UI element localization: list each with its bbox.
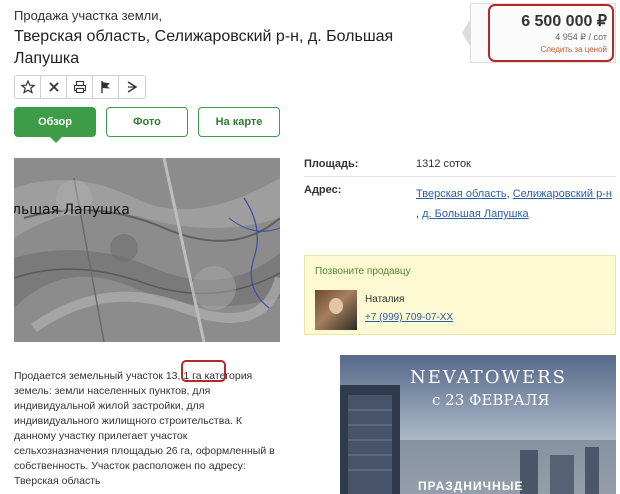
contact-seller-box: Позвоните продавцу Наталия +7 (999) 709-… [304, 255, 616, 335]
map-preview[interactable]: льшая Лапушка [14, 158, 280, 342]
property-divider [304, 176, 616, 177]
flag-icon[interactable] [93, 76, 119, 98]
area-label: Площадь: [304, 158, 359, 170]
call-prompt: Позвоните продавцу [315, 266, 411, 277]
listing-description: Продается земельный участок 13, 1 га кат… [14, 370, 275, 487]
seller-phone-link[interactable]: +7 (999) 709-07-XX [365, 312, 453, 323]
print-icon[interactable] [67, 76, 93, 98]
advertisement-banner[interactable]: NEVATOWERS с 23 ФЕВРАЛЯ ПРАЗДНИЧНЫЕ [340, 355, 616, 494]
ad-brand: NEVATOWERS [410, 367, 567, 388]
tab-overview[interactable]: Обзор [14, 107, 96, 137]
tab-photo[interactable]: Фото [106, 107, 188, 137]
listing-subtitle: Продажа участка земли, [14, 8, 163, 23]
listing-toolbar [14, 75, 146, 99]
address-district-link[interactable]: Селижаровский р-н [513, 188, 612, 200]
area-highlight-ring [181, 360, 226, 382]
map-village-label: льшая Лапушка [14, 202, 130, 218]
share-icon[interactable] [119, 76, 145, 98]
star-icon[interactable] [15, 76, 41, 98]
avatar-face [329, 298, 343, 314]
active-tab-indicator [50, 137, 62, 143]
tab-map[interactable]: На карте [198, 107, 280, 137]
seller-avatar [315, 290, 357, 330]
address-region-link[interactable]: Тверская область [416, 188, 507, 200]
seller-name: Наталия [365, 294, 405, 305]
address-label: Адрес: [304, 184, 342, 196]
address-value: Тверская область, Селижаровский р-н , д.… [416, 188, 612, 220]
close-icon[interactable] [41, 76, 67, 98]
listing-title: Тверская область, Селижаровский р-н, д. … [14, 28, 394, 67]
price-arrow [462, 18, 471, 48]
map-terrain [14, 158, 280, 342]
area-value: 1312 соток [416, 158, 471, 170]
ad-date: с 23 ФЕВРАЛЯ [432, 391, 550, 409]
ad-bottom-text: ПРАЗДНИЧНЫЕ [418, 479, 524, 493]
address-village-link[interactable]: д. Большая Лапушка [422, 208, 529, 220]
price-highlight-ring [488, 4, 614, 62]
